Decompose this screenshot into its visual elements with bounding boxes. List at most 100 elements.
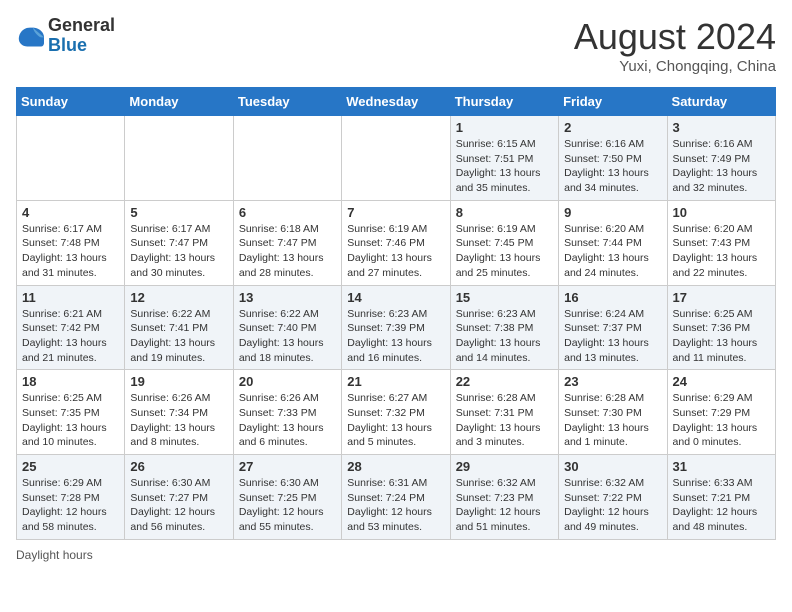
- day-info: Sunrise: 6:21 AM Sunset: 7:42 PM Dayligh…: [22, 307, 119, 366]
- day-number: 28: [347, 459, 444, 474]
- table-row: 5 Sunrise: 6:17 AM Sunset: 7:47 PM Daylig…: [125, 200, 233, 285]
- table-row: 22 Sunrise: 6:28 AM Sunset: 7:31 PM Dayli…: [450, 370, 558, 455]
- day-info: Sunrise: 6:19 AM Sunset: 7:46 PM Dayligh…: [347, 222, 444, 281]
- day-number: 27: [239, 459, 336, 474]
- calendar-table: SundayMondayTuesdayWednesdayThursdayFrid…: [16, 87, 776, 540]
- day-info: Sunrise: 6:23 AM Sunset: 7:38 PM Dayligh…: [456, 307, 553, 366]
- table-row: 6Sunrise: 6:18 AM Sunset: 7:47 PM Daylig…: [233, 200, 341, 285]
- day-info: Sunrise: 6:33 AM Sunset: 7:21 PM Dayligh…: [673, 476, 770, 535]
- day-info: Sunrise: 6:20 AM Sunset: 7:44 PM Dayligh…: [564, 222, 661, 281]
- day-number: 3: [673, 120, 770, 135]
- calendar-week-row: 25 Sunrise: 6:29 AM Sunset: 7:28 PM Dayli…: [17, 455, 776, 540]
- day-number: 12: [130, 290, 227, 305]
- table-row: 9 Sunrise: 6:20 AM Sunset: 7:44 PM Daylig…: [559, 200, 667, 285]
- day-number: 4: [22, 205, 119, 220]
- table-row: 13Sunrise: 6:22 AM Sunset: 7:40 PM Dayli…: [233, 285, 341, 370]
- day-info: Sunrise: 6:27 AM Sunset: 7:32 PM Dayligh…: [347, 391, 444, 450]
- day-info: Sunrise: 6:29 AM Sunset: 7:28 PM Dayligh…: [22, 476, 119, 535]
- day-number: 26: [130, 459, 227, 474]
- table-row: 3 Sunrise: 6:16 AM Sunset: 7:49 PM Daylig…: [667, 116, 775, 201]
- day-number: 5: [130, 205, 227, 220]
- logo-text: General Blue: [48, 16, 115, 56]
- calendar-day-header: Tuesday: [233, 88, 341, 116]
- day-info: Sunrise: 6:28 AM Sunset: 7:30 PM Dayligh…: [564, 391, 661, 450]
- day-number: 20: [239, 374, 336, 389]
- day-number: 19: [130, 374, 227, 389]
- day-number: 18: [22, 374, 119, 389]
- calendar-day-header: Thursday: [450, 88, 558, 116]
- day-number: 24: [673, 374, 770, 389]
- day-number: 31: [673, 459, 770, 474]
- table-row: 14 Sunrise: 6:23 AM Sunset: 7:39 PM Dayli…: [342, 285, 450, 370]
- day-number: 25: [22, 459, 119, 474]
- day-number: 10: [673, 205, 770, 220]
- day-info: Sunrise: 6:30 AM Sunset: 7:25 PM Dayligh…: [239, 476, 336, 535]
- day-number: 16: [564, 290, 661, 305]
- table-row: 16 Sunrise: 6:24 AM Sunset: 7:37 PM Dayli…: [559, 285, 667, 370]
- day-info: Sunrise: 6:32 AM Sunset: 7:22 PM Dayligh…: [564, 476, 661, 535]
- table-row: 11Sunrise: 6:21 AM Sunset: 7:42 PM Dayli…: [17, 285, 125, 370]
- table-row: [233, 116, 341, 201]
- table-row: 4Sunrise: 6:17 AM Sunset: 7:48 PM Daylig…: [17, 200, 125, 285]
- day-info: Sunrise: 6:28 AM Sunset: 7:31 PM Dayligh…: [456, 391, 553, 450]
- day-number: 23: [564, 374, 661, 389]
- day-info: Sunrise: 6:15 AM Sunset: 7:51 PM Dayligh…: [456, 137, 553, 196]
- day-number: 2: [564, 120, 661, 135]
- calendar-week-row: 11Sunrise: 6:21 AM Sunset: 7:42 PM Dayli…: [17, 285, 776, 370]
- day-info: Sunrise: 6:25 AM Sunset: 7:35 PM Dayligh…: [22, 391, 119, 450]
- calendar-week-row: 1 Sunrise: 6:15 AM Sunset: 7:51 PM Daylig…: [17, 116, 776, 201]
- month-title: August 2024: [574, 16, 776, 58]
- table-row: 23 Sunrise: 6:28 AM Sunset: 7:30 PM Dayli…: [559, 370, 667, 455]
- day-number: 15: [456, 290, 553, 305]
- day-info: Sunrise: 6:16 AM Sunset: 7:49 PM Dayligh…: [673, 137, 770, 196]
- location: Yuxi, Chongqing, China: [574, 58, 776, 75]
- logo-general: General: [48, 15, 115, 35]
- day-info: Sunrise: 6:25 AM Sunset: 7:36 PM Dayligh…: [673, 307, 770, 366]
- table-row: 17Sunrise: 6:25 AM Sunset: 7:36 PM Dayli…: [667, 285, 775, 370]
- day-info: Sunrise: 6:18 AM Sunset: 7:47 PM Dayligh…: [239, 222, 336, 281]
- day-number: 9: [564, 205, 661, 220]
- table-row: 10 Sunrise: 6:20 AM Sunset: 7:43 PM Dayli…: [667, 200, 775, 285]
- footer-note: Daylight hours: [16, 548, 776, 562]
- day-info: Sunrise: 6:17 AM Sunset: 7:47 PM Dayligh…: [130, 222, 227, 281]
- day-number: 14: [347, 290, 444, 305]
- logo: General Blue: [16, 16, 115, 56]
- table-row: 31 Sunrise: 6:33 AM Sunset: 7:21 PM Dayli…: [667, 455, 775, 540]
- day-info: Sunrise: 6:16 AM Sunset: 7:50 PM Dayligh…: [564, 137, 661, 196]
- day-info: Sunrise: 6:23 AM Sunset: 7:39 PM Dayligh…: [347, 307, 444, 366]
- table-row: [17, 116, 125, 201]
- table-row: 28 Sunrise: 6:31 AM Sunset: 7:24 PM Dayli…: [342, 455, 450, 540]
- calendar-day-header: Saturday: [667, 88, 775, 116]
- day-info: Sunrise: 6:22 AM Sunset: 7:40 PM Dayligh…: [239, 307, 336, 366]
- day-info: Sunrise: 6:24 AM Sunset: 7:37 PM Dayligh…: [564, 307, 661, 366]
- table-row: 24 Sunrise: 6:29 AM Sunset: 7:29 PM Dayli…: [667, 370, 775, 455]
- day-number: 30: [564, 459, 661, 474]
- day-info: Sunrise: 6:26 AM Sunset: 7:34 PM Dayligh…: [130, 391, 227, 450]
- logo-blue: Blue: [48, 35, 87, 55]
- day-info: Sunrise: 6:29 AM Sunset: 7:29 PM Dayligh…: [673, 391, 770, 450]
- calendar-day-header: Friday: [559, 88, 667, 116]
- day-info: Sunrise: 6:22 AM Sunset: 7:41 PM Dayligh…: [130, 307, 227, 366]
- daylight-label: Daylight hours: [16, 548, 93, 562]
- day-number: 29: [456, 459, 553, 474]
- table-row: 20Sunrise: 6:26 AM Sunset: 7:33 PM Dayli…: [233, 370, 341, 455]
- table-row: 29 Sunrise: 6:32 AM Sunset: 7:23 PM Dayli…: [450, 455, 558, 540]
- calendar-day-header: Wednesday: [342, 88, 450, 116]
- table-row: [342, 116, 450, 201]
- day-number: 8: [456, 205, 553, 220]
- day-number: 1: [456, 120, 553, 135]
- calendar-day-header: Monday: [125, 88, 233, 116]
- table-row: 21Sunrise: 6:27 AM Sunset: 7:32 PM Dayli…: [342, 370, 450, 455]
- table-row: 26 Sunrise: 6:30 AM Sunset: 7:27 PM Dayli…: [125, 455, 233, 540]
- day-info: Sunrise: 6:31 AM Sunset: 7:24 PM Dayligh…: [347, 476, 444, 535]
- table-row: 7 Sunrise: 6:19 AM Sunset: 7:46 PM Daylig…: [342, 200, 450, 285]
- calendar-header-row: SundayMondayTuesdayWednesdayThursdayFrid…: [17, 88, 776, 116]
- day-number: 22: [456, 374, 553, 389]
- day-info: Sunrise: 6:32 AM Sunset: 7:23 PM Dayligh…: [456, 476, 553, 535]
- day-info: Sunrise: 6:30 AM Sunset: 7:27 PM Dayligh…: [130, 476, 227, 535]
- logo-icon: [16, 22, 44, 50]
- day-number: 7: [347, 205, 444, 220]
- title-area: August 2024 Yuxi, Chongqing, China: [574, 16, 776, 75]
- day-info: Sunrise: 6:20 AM Sunset: 7:43 PM Dayligh…: [673, 222, 770, 281]
- table-row: 2 Sunrise: 6:16 AM Sunset: 7:50 PM Daylig…: [559, 116, 667, 201]
